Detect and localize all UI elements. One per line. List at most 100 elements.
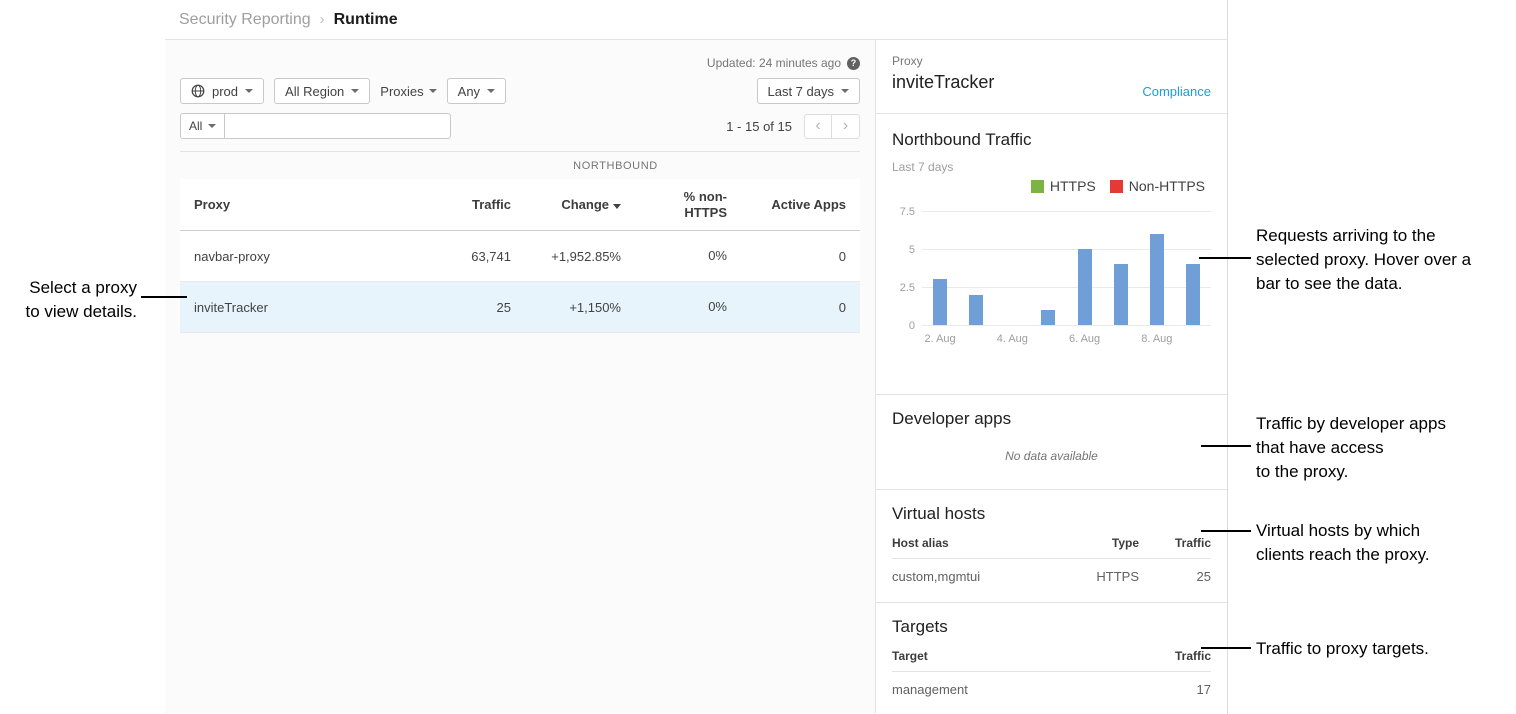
chevron-right-icon: › bbox=[843, 118, 848, 134]
chart-y-axis: 02.557.5 bbox=[892, 212, 922, 326]
proxy-list-panel: Updated: 24 minutes ago ? prod All Regio… bbox=[165, 40, 875, 713]
cell-traffic: 25 bbox=[1139, 569, 1211, 584]
cell-change: +1,150% bbox=[511, 300, 621, 315]
column-header-host-alias: Host alias bbox=[892, 536, 1069, 550]
virtual-host-row: custom,mgmtui HTTPS 25 bbox=[892, 559, 1211, 584]
chevron-down-icon bbox=[351, 89, 359, 93]
cell-traffic: 63,741 bbox=[371, 249, 511, 264]
updated-timestamp: Updated: 24 minutes ago bbox=[707, 56, 841, 70]
developer-apps-section: Developer apps No data available bbox=[876, 395, 1227, 490]
column-header-type: Type bbox=[1069, 536, 1139, 550]
search-scope-label: All bbox=[189, 119, 202, 133]
column-header-proxy[interactable]: Proxy bbox=[180, 197, 371, 212]
virtual-hosts-section: Virtual hosts Host alias Type Traffic cu… bbox=[876, 490, 1227, 603]
column-header-non-https[interactable]: % non- HTTPS bbox=[621, 189, 727, 221]
chart-bar[interactable] bbox=[1114, 264, 1128, 325]
legend-https-label: HTTPS bbox=[1050, 178, 1096, 194]
target-row: management 17 bbox=[892, 672, 1211, 697]
breadcrumb-security-reporting[interactable]: Security Reporting bbox=[179, 11, 311, 29]
chevron-down-icon bbox=[841, 89, 849, 93]
legend-https-swatch-icon bbox=[1031, 180, 1044, 193]
cell-traffic: 17 bbox=[1139, 682, 1211, 697]
targets-section: Targets Target Traffic management 17 bbox=[876, 603, 1227, 713]
next-page-button[interactable]: › bbox=[832, 114, 860, 139]
cell-non-https: 0% bbox=[621, 299, 727, 315]
table-group-header-row: NORTHBOUND bbox=[180, 152, 860, 179]
virtual-hosts-title: Virtual hosts bbox=[892, 490, 1211, 524]
filter-toolbar: prod All Region Proxies Any Last 7 bbox=[180, 78, 860, 104]
callout-line bbox=[1199, 257, 1251, 259]
chart-gridline bbox=[922, 287, 1211, 288]
chart-bar[interactable] bbox=[1150, 234, 1164, 325]
proxy-details-header: Proxy inviteTracker Compliance bbox=[876, 40, 1227, 114]
pagination-label: 1 - 15 of 15 bbox=[726, 119, 792, 134]
column-header-target: Target bbox=[892, 649, 1139, 663]
search-toolbar: All 1 - 15 of 15 ‹ › bbox=[180, 113, 860, 139]
cell-type: HTTPS bbox=[1069, 569, 1139, 584]
proxy-table-row[interactable]: inviteTracker 25 +1,150% 0% 0 bbox=[180, 282, 860, 333]
northbound-traffic-section: Northbound Traffic Last 7 days HTTPS Non… bbox=[876, 114, 1227, 395]
callout-line bbox=[1201, 445, 1251, 447]
proxies-dropdown[interactable]: Proxies bbox=[380, 84, 436, 99]
chevron-left-icon: ‹ bbox=[815, 118, 820, 134]
column-header-active-apps[interactable]: Active Apps bbox=[727, 197, 846, 212]
northbound-traffic-chart: 02.557.5 2. Aug4. Aug6. Aug8. Aug bbox=[892, 212, 1211, 351]
chart-bar[interactable] bbox=[933, 279, 947, 325]
table-group-header-northbound: NORTHBOUND bbox=[371, 160, 860, 172]
targets-title: Targets bbox=[892, 603, 1211, 637]
chart-bar[interactable] bbox=[1041, 310, 1055, 325]
developer-apps-title: Developer apps bbox=[892, 395, 1211, 429]
legend-non-https-swatch-icon bbox=[1110, 180, 1123, 193]
environment-dropdown[interactable]: prod bbox=[180, 78, 264, 104]
chart-x-tick-label: 6. Aug bbox=[1069, 333, 1100, 345]
breadcrumb-separator-icon: › bbox=[320, 11, 325, 28]
search-scope-dropdown[interactable]: All bbox=[180, 113, 225, 139]
prev-page-button[interactable]: ‹ bbox=[804, 114, 832, 139]
chart-y-tick-label: 5 bbox=[909, 244, 915, 256]
cell-proxy-name: navbar-proxy bbox=[180, 249, 371, 264]
chart-bar[interactable] bbox=[1186, 264, 1200, 325]
callout-line bbox=[141, 296, 187, 298]
breadcrumb-runtime: Runtime bbox=[334, 11, 398, 29]
chart-gridline bbox=[922, 325, 1211, 326]
column-header-change[interactable]: Change bbox=[511, 197, 621, 212]
proxies-dropdown-label: Proxies bbox=[380, 84, 423, 99]
callout-northbound-traffic: Requests arriving to the selected proxy.… bbox=[1256, 224, 1516, 296]
northbound-traffic-title: Northbound Traffic bbox=[892, 114, 1211, 150]
any-dropdown[interactable]: Any bbox=[447, 78, 506, 104]
chart-bar[interactable] bbox=[969, 295, 983, 325]
security-reporting-app: Security Reporting › Runtime Updated: 24… bbox=[165, 0, 1228, 714]
environment-dropdown-label: prod bbox=[212, 84, 238, 99]
chart-gridline bbox=[922, 249, 1211, 250]
date-range-dropdown[interactable]: Last 7 days bbox=[757, 78, 861, 104]
chart-y-tick-label: 0 bbox=[909, 320, 915, 332]
chart-x-tick-label: 2. Aug bbox=[924, 333, 955, 345]
table-header-row: Proxy Traffic Change % non- HTTPS Active… bbox=[180, 179, 860, 231]
targets-header-row: Target Traffic bbox=[892, 649, 1211, 672]
cell-non-https: 0% bbox=[621, 248, 727, 264]
chart-bar[interactable] bbox=[1078, 249, 1092, 325]
chevron-down-icon bbox=[245, 89, 253, 93]
column-header-traffic[interactable]: Traffic bbox=[371, 197, 511, 212]
search-input[interactable] bbox=[225, 113, 451, 139]
callout-developer-apps: Traffic by developer apps that have acce… bbox=[1256, 412, 1516, 484]
callout-targets: Traffic to proxy targets. bbox=[1256, 637, 1516, 661]
cell-host-alias: custom,mgmtui bbox=[892, 569, 1069, 584]
chart-x-axis: 2. Aug4. Aug6. Aug8. Aug bbox=[922, 333, 1211, 351]
region-dropdown[interactable]: All Region bbox=[274, 78, 370, 104]
proxy-table-row[interactable]: navbar-proxy 63,741 +1,952.85% 0% 0 bbox=[180, 231, 860, 282]
help-icon[interactable]: ? bbox=[847, 57, 860, 70]
proxy-label: Proxy bbox=[892, 54, 1211, 68]
compliance-link[interactable]: Compliance bbox=[1142, 84, 1211, 99]
developer-apps-empty-state: No data available bbox=[892, 449, 1211, 463]
cell-proxy-name: inviteTracker bbox=[180, 300, 371, 315]
chart-y-tick-label: 7.5 bbox=[900, 206, 915, 218]
chart-gridline bbox=[922, 211, 1211, 212]
sort-descending-icon bbox=[613, 204, 621, 209]
targets-table: Target Traffic management 17 bbox=[892, 649, 1211, 697]
cell-target: management bbox=[892, 682, 1139, 697]
chart-plot-area bbox=[922, 212, 1211, 326]
legend-item-non-https: Non-HTTPS bbox=[1110, 178, 1205, 194]
chart-y-tick-label: 2.5 bbox=[900, 282, 915, 294]
virtual-hosts-header-row: Host alias Type Traffic bbox=[892, 536, 1211, 559]
